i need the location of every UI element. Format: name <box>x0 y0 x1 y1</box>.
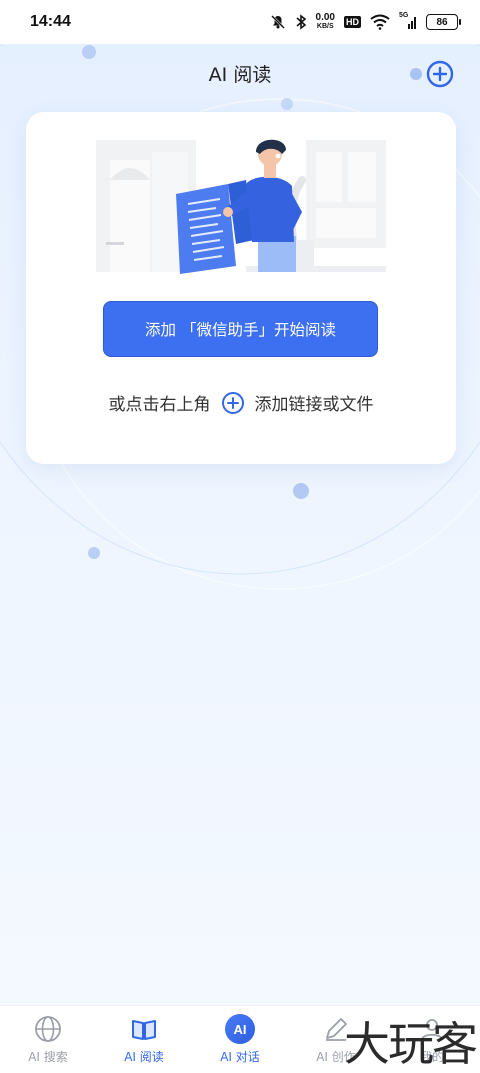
hd-badge: HD <box>344 16 361 28</box>
tab-label: AI 搜索 <box>28 1050 68 1064</box>
tab-ai-search[interactable]: AI 搜索 <box>0 1006 96 1073</box>
status-bar: 14:44 0.00 KB/S HD 5G 86 <box>0 0 480 44</box>
watermark: 大玩客 <box>344 1017 478 1071</box>
plus-circle-icon[interactable] <box>426 60 454 88</box>
hint-prefix-text: 或点击右上角 <box>108 395 211 415</box>
globe-icon <box>35 1016 61 1042</box>
reading-person-illustration <box>96 139 386 274</box>
tab-label: AI 阅读 <box>124 1050 164 1064</box>
signal-bars-icon <box>408 17 416 29</box>
bell-muted-icon <box>270 15 285 29</box>
page-title: AI 阅读 <box>208 64 272 86</box>
book-icon <box>132 1020 156 1040</box>
plus-circle-icon <box>221 391 244 414</box>
tab-label: AI 对话 <box>220 1050 260 1064</box>
battery-indicator: 86 <box>426 14 461 30</box>
status-time: 14:44 <box>30 13 71 30</box>
hint-suffix-text: 添加链接或文件 <box>254 395 374 415</box>
net-speed: 0.00 KB/S <box>315 12 335 31</box>
ai-badge-icon: AI <box>225 1014 255 1044</box>
add-link-hint: 或点击右上角 添加链接或文件 <box>26 390 456 415</box>
empty-state-card: 添加 「微信助手」开始阅读 或点击右上角 添加链接或文件 <box>26 112 456 464</box>
cell-signal: 5G <box>399 12 417 30</box>
tab-ai-reading[interactable]: AI 阅读 <box>96 1006 192 1073</box>
top-bar: AI 阅读 <box>0 44 480 104</box>
add-wechat-assistant-button[interactable]: 添加 「微信助手」开始阅读 <box>103 301 378 357</box>
tab-ai-chat[interactable]: AI AI 对话 <box>192 1006 288 1073</box>
status-icons: 0.00 KB/S HD 5G 86 <box>270 12 461 31</box>
bluetooth-icon <box>296 14 306 30</box>
wifi-icon <box>370 14 390 30</box>
